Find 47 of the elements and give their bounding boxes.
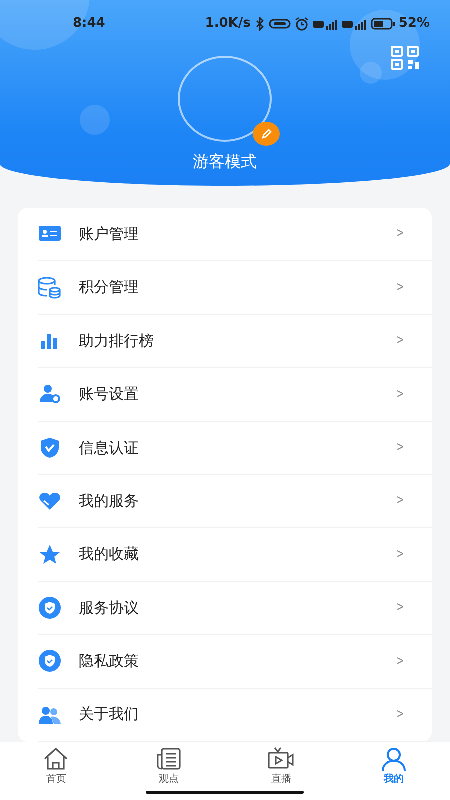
menu-item[interactable]: 助力排行榜 > — [38, 314, 432, 368]
menu-item[interactable]: 我的服务 > — [38, 474, 432, 528]
battery-percent: 52% — [398, 15, 430, 34]
menu-item[interactable]: 服务协议 > — [38, 582, 432, 636]
network-speed: 1.0K/s — [205, 15, 251, 34]
qr-code-icon — [391, 46, 421, 70]
star-icon — [38, 542, 62, 567]
link-icon — [268, 18, 291, 30]
chevron-icon: > — [396, 278, 404, 298]
database-icon — [38, 276, 62, 300]
tab-button[interactable]: 首页 — [0, 742, 112, 800]
edit-button[interactable] — [253, 122, 280, 146]
menu-item[interactable]: 积分管理 > — [38, 261, 432, 315]
user-gear-icon — [38, 382, 62, 406]
chevron-icon: > — [396, 224, 404, 244]
chevron-icon: > — [396, 384, 404, 404]
newspaper-icon — [154, 746, 183, 772]
chevron-icon: > — [396, 331, 404, 351]
shield-check-icon — [38, 436, 62, 460]
profile-name: 游客模式 — [193, 151, 257, 173]
alarm-icon — [294, 17, 309, 31]
shield-badge-icon — [38, 596, 62, 620]
chevron-icon: > — [396, 491, 404, 511]
chevron-icon: > — [396, 544, 404, 564]
chevron-icon: > — [396, 438, 404, 458]
menu-item[interactable]: 我的收藏 > — [38, 528, 432, 582]
bluetooth-icon — [254, 17, 265, 31]
menu-item[interactable]: 账号设置 > — [38, 368, 432, 422]
battery-icon — [370, 18, 395, 30]
menu-item[interactable]: 隐私政策 > — [38, 635, 432, 689]
status-time: 8:44 — [73, 15, 106, 34]
bubble — [80, 105, 110, 135]
signal-icon — [312, 18, 338, 30]
home-icon — [42, 746, 70, 772]
pencil-icon — [260, 128, 272, 140]
tab-button[interactable]: 我的 — [338, 742, 450, 800]
chevron-icon: > — [396, 598, 404, 618]
tab-button[interactable]: 直播 — [225, 742, 338, 800]
menu-item[interactable]: 账户管理 > — [38, 208, 432, 262]
user-icon — [380, 746, 408, 772]
chevron-icon: > — [396, 652, 404, 672]
tab-button[interactable]: 观点 — [112, 742, 225, 800]
signal-icon — [342, 18, 367, 30]
tv-play-icon — [267, 746, 296, 772]
chevron-icon: > — [396, 704, 404, 724]
shield-badge-icon — [38, 649, 62, 674]
menu-item[interactable]: 信息认证 > — [38, 422, 432, 475]
